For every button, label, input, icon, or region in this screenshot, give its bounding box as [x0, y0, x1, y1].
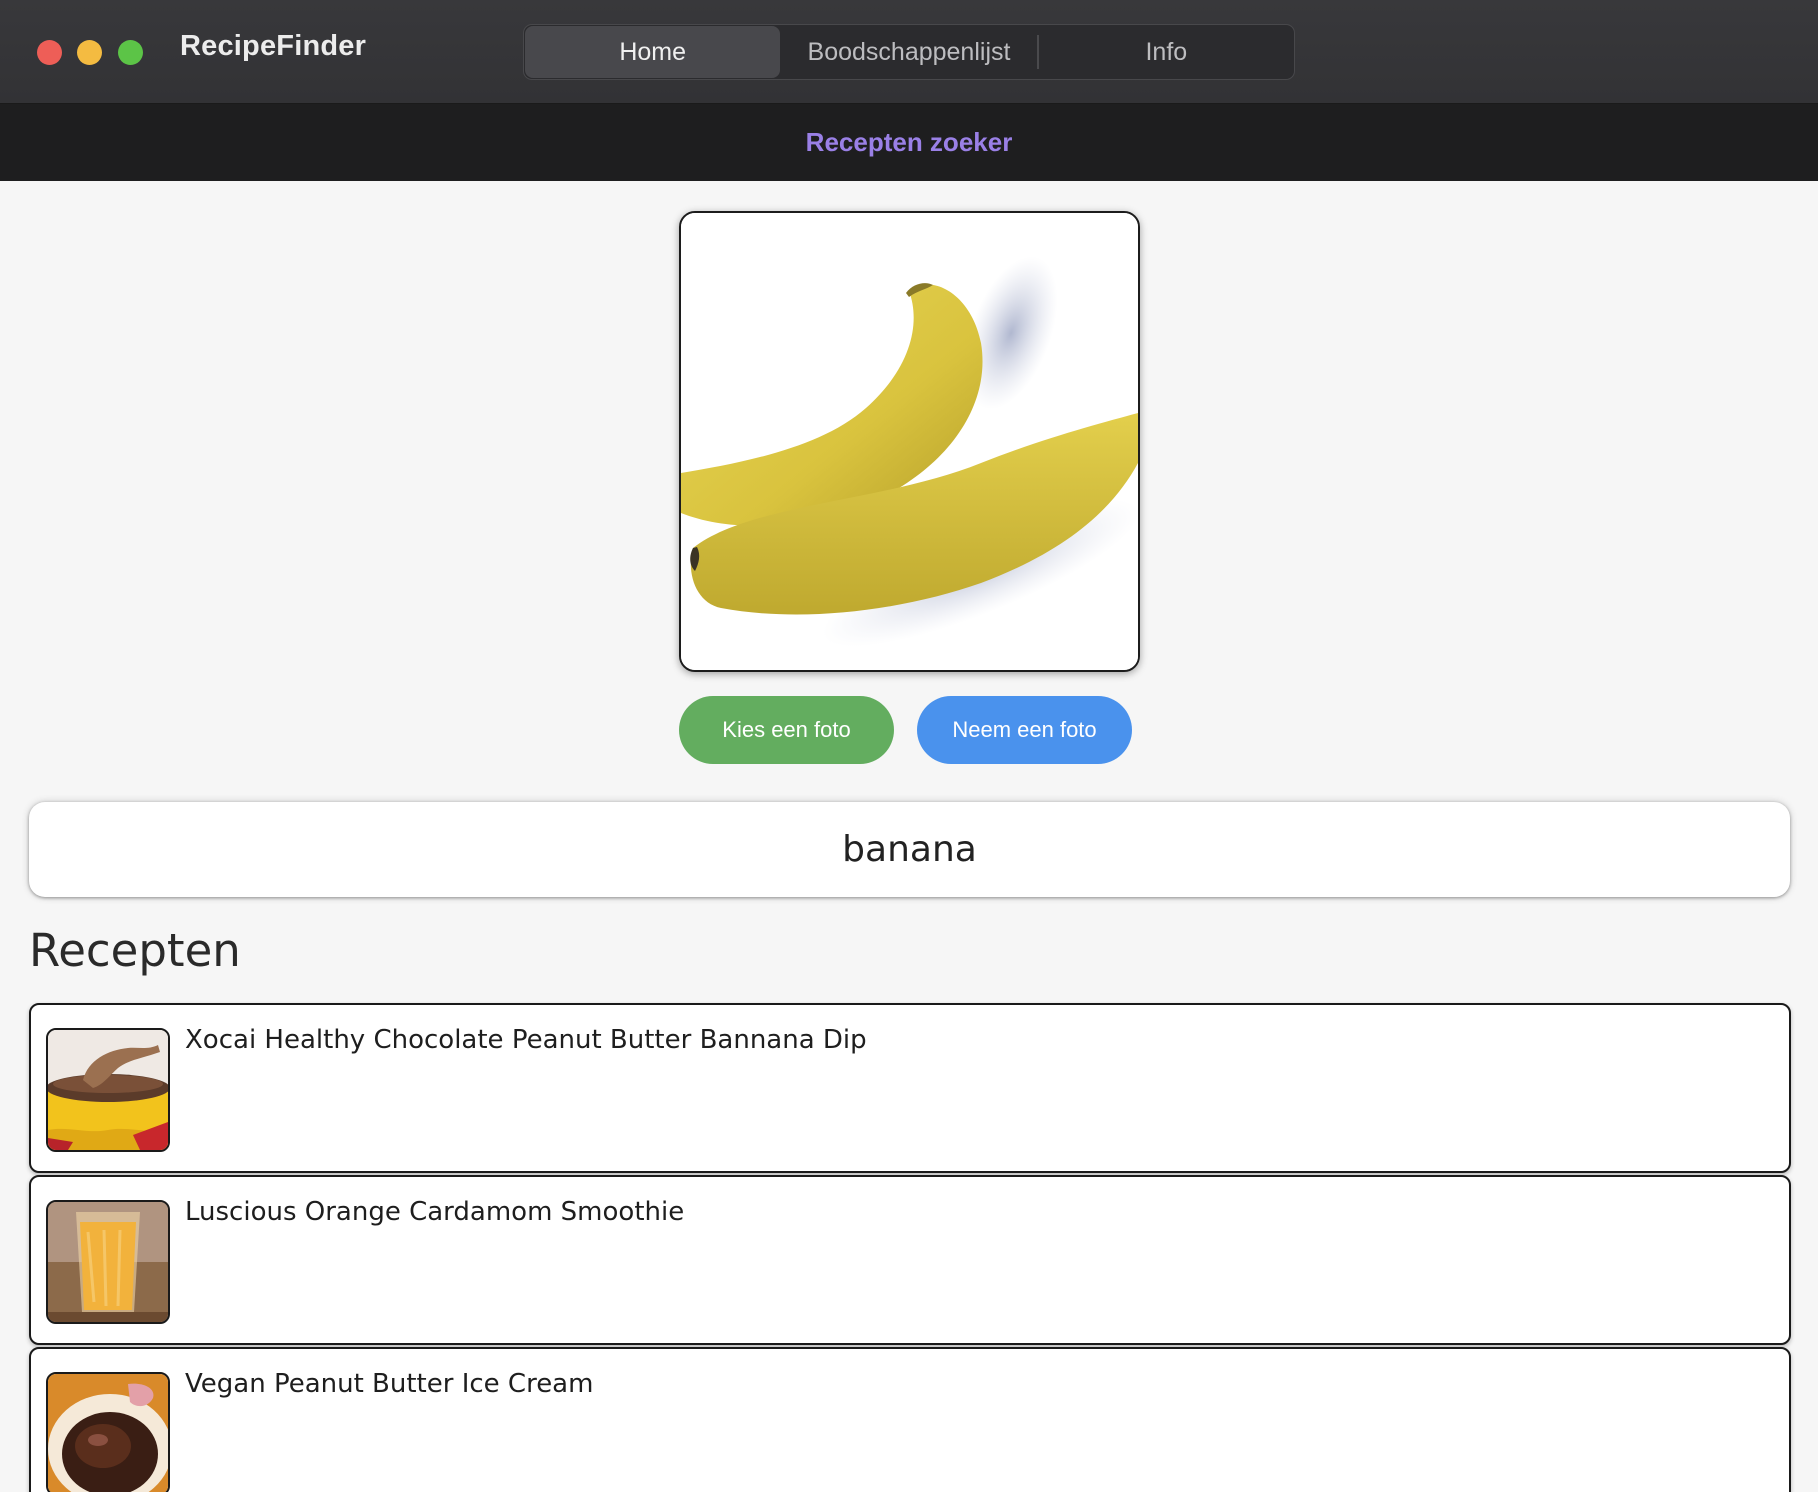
tab-home[interactable]: Home — [525, 26, 781, 78]
navigation-bar: Recepten zoeker — [0, 104, 1818, 181]
recipe-name: Xocai Healthy Chocolate Peanut Butter Ba… — [185, 1025, 867, 1055]
minimize-window-button[interactable] — [77, 40, 102, 65]
recipe-card[interactable]: Xocai Healthy Chocolate Peanut Butter Ba… — [29, 1003, 1791, 1173]
recipe-name: Luscious Orange Cardamom Smoothie — [185, 1197, 685, 1227]
recipe-card[interactable]: Vegan Peanut Butter Ice Cream — [29, 1347, 1791, 1492]
tab-info[interactable]: Info — [1039, 25, 1294, 79]
page-title: Recepten zoeker — [805, 127, 1013, 157]
title-bar: RecipeFinder Home Boodschappenlijst Info — [0, 0, 1818, 104]
search-field-container — [29, 801, 1790, 898]
recipe-list: Xocai Healthy Chocolate Peanut Butter Ba… — [29, 1003, 1791, 1492]
orange-smoothie-image — [48, 1202, 168, 1322]
banana-image — [681, 213, 1138, 670]
recipes-heading: Recepten — [29, 924, 241, 977]
take-photo-button[interactable]: Neem een foto — [917, 696, 1132, 764]
recipe-thumbnail — [46, 1200, 170, 1324]
recipe-card[interactable]: Luscious Orange Cardamom Smoothie — [29, 1175, 1791, 1345]
ice-cream-image — [48, 1374, 168, 1492]
selected-photo — [679, 211, 1140, 672]
zoom-window-button[interactable] — [118, 40, 143, 65]
recipe-thumbnail — [46, 1372, 170, 1492]
app-title: RecipeFinder — [180, 30, 367, 62]
choose-photo-button[interactable]: Kies een foto — [679, 696, 894, 764]
ingredient-search-input[interactable] — [29, 801, 1790, 898]
chocolate-dip-image — [48, 1030, 168, 1150]
app-window: RecipeFinder Home Boodschappenlijst Info… — [0, 0, 1818, 1492]
close-window-button[interactable] — [37, 40, 62, 65]
tab-boodschappenlijst[interactable]: Boodschappenlijst — [781, 25, 1036, 79]
recipe-thumbnail — [46, 1028, 170, 1152]
tab-bar: Home Boodschappenlijst Info — [523, 24, 1295, 80]
recipe-name: Vegan Peanut Butter Ice Cream — [185, 1369, 594, 1399]
